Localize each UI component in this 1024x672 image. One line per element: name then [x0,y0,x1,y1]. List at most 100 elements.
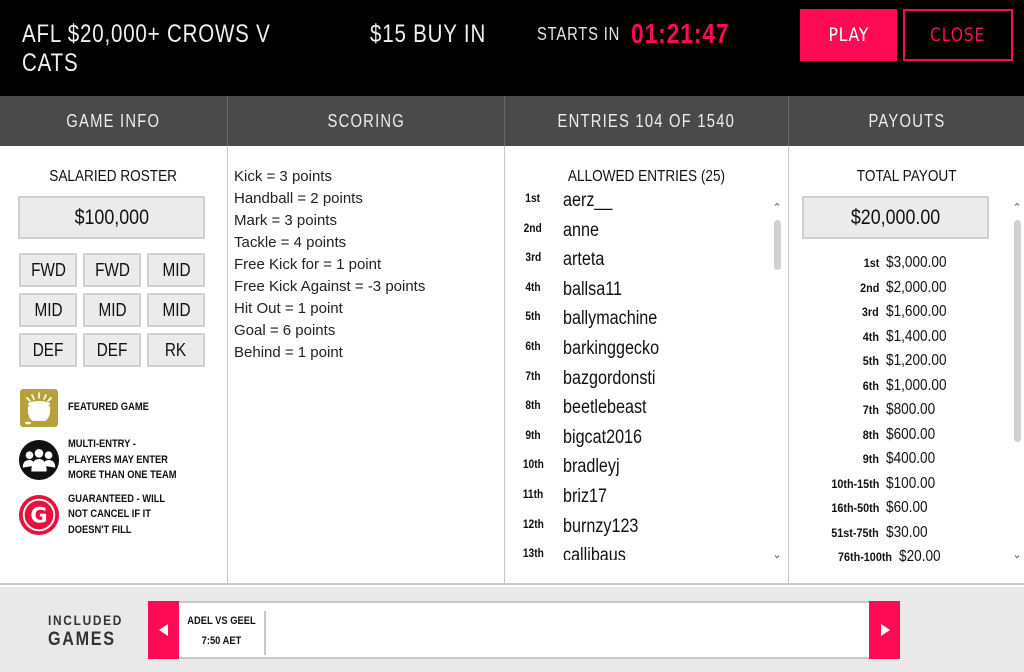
entry-username: briz17 [563,485,607,507]
close-button[interactable]: CLOSE [903,9,1013,61]
top-bar: AFL $20,000+ CROWS V CATS $15 BUY IN STA… [0,0,1024,96]
legend-featured: FEATURED GAME [18,387,227,429]
entry-username: bazgordonsti [563,367,656,389]
list-item: 7th bazgordonsti [505,368,788,398]
list-item: 8th $600.00 [789,423,1024,448]
list-item: 8th beetlebeast [505,397,788,427]
included-label-line1: INCLUDED [48,612,124,628]
play-button[interactable]: PLAY [800,9,897,61]
payout-rank: 16th-50th [830,501,879,516]
position-label: RK [165,339,187,360]
total-payout: $20,000.00 [802,196,989,239]
legend-guaranteed-text: GUARANTEED - WILL NOT CANCEL IF IT DOESN… [68,492,165,536]
legend-multi-entry: MULTI-ENTRY - PLAYERS MAY ENTER MORE THA… [18,437,227,484]
list-item: 6th barkinggecko [505,338,788,368]
list-item: 3rd arteta [505,249,788,279]
list-item: 9th bigcat2016 [505,427,788,457]
game-card[interactable]: ADEL VS GEEL 7:50 AET [179,611,266,655]
position-slot: MID [147,293,205,327]
total-payout-text: TOTAL PAYOUT [856,168,957,185]
close-button-label: CLOSE [930,24,986,46]
scroll-down-icon[interactable]: ⌄ [771,549,783,561]
scoring-rule: Kick = 3 points [234,168,332,185]
position-slot: MID [83,293,141,327]
payout-amount: $600.00 [886,425,936,443]
entry-rank: 1st [525,191,541,205]
game-matchup: ADEL VS GEEL [187,615,256,627]
tab-scoring: SCORING [228,96,505,146]
countdown-timer: 01:21:47 [631,18,730,49]
payout-amount: $1,000.00 [886,376,947,394]
tab-game-info: GAME INFO [0,96,228,146]
legend-featured-text: FEATURED GAME [68,401,149,414]
tab-payouts: PAYOUTS [789,96,1024,146]
game-time: 7:50 AET [201,635,242,647]
list-item: 13th callibaus [505,545,788,560]
salary-cap: $100,000 [18,196,205,239]
position-slot: RK [147,333,205,367]
position-label: DEF [96,339,128,360]
payout-rank: 2nd [859,280,879,295]
entry-rank: 4th [525,279,541,294]
payout-rank: 7th [862,403,879,418]
position-slot: FWD [83,253,141,287]
scoring-rule: Mark = 3 points [234,212,337,229]
position-label: FWD [30,259,66,280]
roster-title-text: SALARIED ROSTER [49,168,178,185]
entry-username: burnzy123 [563,515,639,537]
payouts-scrollbar-thumb[interactable] [1014,220,1021,442]
play-button-label: PLAY [828,24,869,46]
list-item: 2nd $2,000.00 [789,276,1024,301]
allowed-entries-title: ALLOWED ENTRIES (25) [505,168,788,186]
list-item: 2nd anne [505,220,788,250]
entry-username: aerz__ [563,190,613,211]
list-item: 5th ballymachine [505,308,788,338]
payout-amount: $20.00 [899,548,941,566]
scroll-up-icon[interactable]: ⌃ [771,202,783,214]
position-grid: FWD FWD MID MID MID MID DEF DEF RK [19,253,227,367]
total-payout-value: $20,000.00 [850,205,941,229]
carousel-next-button[interactable] [869,601,900,659]
payouts-panel: TOTAL PAYOUT $20,000.00 1st $3,000.00 2nd… [789,146,1024,585]
payout-rank: 51st-75th [831,525,879,540]
entries-scrollbar-thumb[interactable] [774,220,781,270]
list-item: 1st aerz__ [505,190,788,220]
scoring-rule: Behind = 1 point [234,344,343,361]
position-slot: FWD [19,253,77,287]
position-slot: DEF [19,333,77,367]
section-headers: GAME INFO SCORING ENTRIES 104 OF 1540 PA… [0,96,1024,146]
position-label: DEF [32,339,64,360]
entry-rank: 12th [522,516,544,531]
entry-username: beetlebeast [563,397,647,419]
position-label: MID [161,299,191,320]
entry-rank: 5th [525,309,541,324]
carousel-prev-button[interactable] [148,601,179,659]
position-label: MID [161,259,191,280]
games-carousel: ADEL VS GEEL 7:50 AET [148,601,900,659]
entry-username: barkinggecko [563,337,660,359]
payout-amount: $1,600.00 [886,303,947,321]
position-slot: MID [147,253,205,287]
scroll-down-icon[interactable]: ⌄ [1011,549,1023,561]
list-item: 76th-100th $20.00 [789,545,1024,570]
salary-cap-value: $100,000 [74,205,149,229]
contest-details: SALARIED ROSTER $100,000 FWD FWD MID MID… [0,146,1024,585]
payout-amount: $2,000.00 [886,278,947,296]
list-item: 6th $1,000.00 [789,374,1024,399]
list-item: 12th burnzy123 [505,516,788,546]
entry-username: bigcat2016 [563,426,643,448]
entries-list[interactable]: 1st aerz__ 2nd anne 3rd arteta 4th ballsa11 … [505,190,788,560]
list-item: 51st-75th $30.00 [789,521,1024,546]
payout-amount: $100.00 [886,474,936,492]
svg-text:G: G [30,503,47,527]
scoring-rule: Free Kick Against = -3 points [234,278,426,295]
payout-amount: $60.00 [886,499,928,517]
scroll-up-icon[interactable]: ⌃ [1011,202,1023,214]
triangle-left-icon [158,624,168,636]
entry-rank: 9th [525,427,541,442]
payout-list[interactable]: 1st $3,000.00 2nd $2,000.00 3rd $1,600.00 4… [789,251,1024,570]
entry-rank: 2nd [523,220,543,235]
total-payout-title: TOTAL PAYOUT [789,168,1024,186]
tab-game-info-label: GAME INFO [66,110,161,131]
legend-guaranteed: G GUARANTEED - WILL NOT CANCEL IF IT DOE… [18,492,227,539]
